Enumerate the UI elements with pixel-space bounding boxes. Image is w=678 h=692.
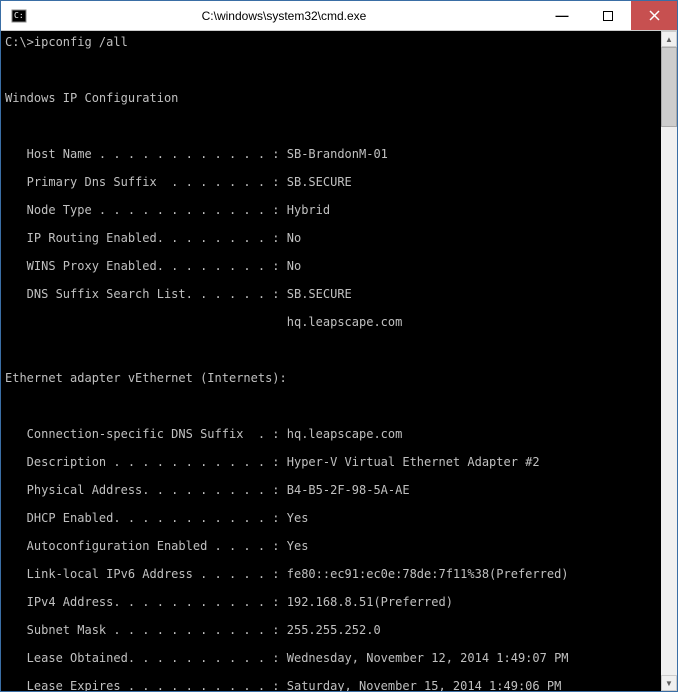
eth-description: Description . . . . . . . . . . . : Hype… (5, 455, 673, 469)
eth-subnet: Subnet Mask . . . . . . . . . . . : 255.… (5, 623, 673, 637)
node-type: Node Type . . . . . . . . . . . . : Hybr… (5, 203, 673, 217)
titlebar[interactable]: C: C:\windows\system32\cmd.exe — (1, 1, 677, 31)
eth-dhcp-enabled: DHCP Enabled. . . . . . . . . . . : Yes (5, 511, 673, 525)
dns-suffix-search: DNS Suffix Search List. . . . . . : SB.S… (5, 287, 673, 301)
cmd-icon: C: (9, 6, 29, 26)
scroll-up-button[interactable]: ▲ (661, 31, 677, 47)
console-output[interactable]: C:\>ipconfig /all Windows IP Configurati… (1, 31, 677, 691)
vertical-scrollbar[interactable]: ▲ ▼ (661, 31, 677, 691)
blank-line (5, 399, 673, 413)
minimize-button[interactable]: — (539, 1, 585, 30)
wins-proxy: WINS Proxy Enabled. . . . . . . . : No (5, 259, 673, 273)
eth-autoconfig: Autoconfiguration Enabled . . . . : Yes (5, 539, 673, 553)
host-name: Host Name . . . . . . . . . . . . : SB-B… (5, 147, 673, 161)
eth-lease-expires: Lease Expires . . . . . . . . . . : Satu… (5, 679, 673, 691)
blank-line (5, 119, 673, 133)
scrollbar-thumb[interactable] (661, 47, 677, 127)
eth-conn-dns: Connection-specific DNS Suffix . : hq.le… (5, 427, 673, 441)
scroll-down-button[interactable]: ▼ (661, 675, 677, 691)
window-title: C:\windows\system32\cmd.exe (29, 9, 539, 23)
ethernet-header: Ethernet adapter vEthernet (Internets): (5, 371, 673, 385)
blank-line (5, 63, 673, 77)
maximize-button[interactable] (585, 1, 631, 30)
dns-suffix-search-2: hq.leapscape.com (5, 315, 673, 329)
close-button[interactable] (631, 1, 677, 30)
primary-dns-suffix: Primary Dns Suffix . . . . . . . : SB.SE… (5, 175, 673, 189)
window-controls: — (539, 1, 677, 30)
blank-line (5, 343, 673, 357)
eth-lease-obtained: Lease Obtained. . . . . . . . . . : Wedn… (5, 651, 673, 665)
eth-link-local-ipv6: Link-local IPv6 Address . . . . . : fe80… (5, 567, 673, 581)
ip-routing: IP Routing Enabled. . . . . . . . : No (5, 231, 673, 245)
eth-ipv4: IPv4 Address. . . . . . . . . . . : 192.… (5, 595, 673, 609)
svg-text:C:: C: (14, 11, 24, 20)
section-header: Windows IP Configuration (5, 91, 673, 105)
eth-physical-address: Physical Address. . . . . . . . . : B4-B… (5, 483, 673, 497)
cmd-window: C: C:\windows\system32\cmd.exe — C:\>ipc… (0, 0, 678, 692)
prompt-line: C:\>ipconfig /all (5, 35, 673, 49)
